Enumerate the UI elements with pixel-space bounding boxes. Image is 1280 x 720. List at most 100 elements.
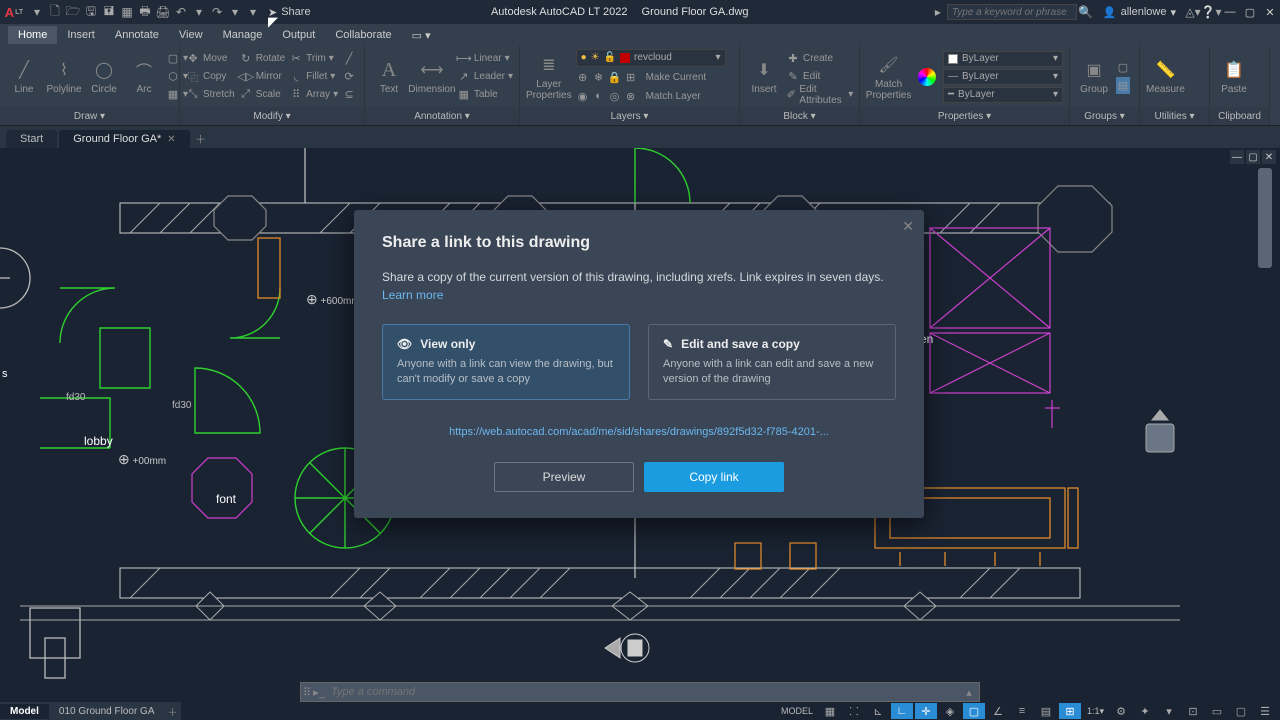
help-icon[interactable]: ❔▾ [1202,3,1220,21]
anno-text[interactable]: AText [371,58,407,95]
panel-layers-label[interactable]: Layers ▾ [520,107,739,125]
qa-open-icon[interactable]: 🗋 [46,3,64,21]
copy-link-button[interactable]: Copy link [644,462,784,492]
draw-circle[interactable]: ◯Circle [86,58,122,95]
option-edit-copy[interactable]: ✎Edit and save a copy Anyone with a link… [648,324,896,400]
modify-array[interactable]: ⠿Array▾ [289,86,338,103]
command-bar[interactable]: ⠿ ▸_ ▴ [300,682,980,702]
anno-leader[interactable]: ↗Leader▾ [457,68,513,85]
modify-copy[interactable]: ⿻Copy [186,68,235,85]
share-button[interactable]: ➤ Share [268,6,311,19]
qa-redo-icon[interactable]: ↷ [208,3,226,21]
status-gear[interactable]: ⚙ [1110,703,1132,719]
panel-properties-label[interactable]: Properties ▾ [860,107,1069,125]
status-snap[interactable]: ⸬ [843,703,865,719]
status-grid[interactable]: ▦ [819,703,841,719]
status-clean[interactable]: ▢ [1230,703,1252,719]
modify-e3[interactable]: ⊆ [342,86,356,103]
block-edit[interactable]: ✎Edit [786,68,853,85]
add-tab-button[interactable]: ＋ [192,130,210,148]
autodesk-app-icon[interactable]: ◬▾ [1184,3,1202,21]
status-custom[interactable]: ☰ [1254,703,1276,719]
status-anno[interactable]: ✦ [1134,703,1156,719]
command-input[interactable] [325,686,963,698]
vp-max-icon[interactable]: ▢ [1246,150,1260,164]
option-view-only[interactable]: 👁View only Anyone with a link can view t… [382,324,630,400]
layer-selector[interactable]: ● ☀ 🔓 revcloud ▾ [576,49,726,67]
qa-undo-drop-icon[interactable]: ▾ [190,3,208,21]
menu-insert[interactable]: Insert [57,26,105,44]
status-a1[interactable]: ▾ [1158,703,1180,719]
modify-trim[interactable]: ✂Trim▾ [289,50,338,67]
groups-group[interactable]: ▣Group [1076,58,1112,95]
panel-block-label[interactable]: Block ▾ [740,107,859,125]
modify-stretch[interactable]: ⤡Stretch [186,86,235,103]
status-monitor[interactable]: ▭ [1206,703,1228,719]
status-ws[interactable]: ⊡ [1182,703,1204,719]
add-layout-button[interactable]: ＋ [165,704,181,719]
menu-collaborate[interactable]: Collaborate [325,26,401,44]
groups-e1[interactable]: ▢ [1116,59,1130,76]
modify-move[interactable]: ✥Move [186,50,235,67]
prop-lineweight[interactable]: —ByLayer▾ [943,69,1063,85]
layout-sheet1[interactable]: 010 Ground Floor GA [49,704,165,719]
maximize-button[interactable]: ▢ [1240,2,1260,22]
block-edit-attr[interactable]: ✐Edit Attributes▾ [786,86,853,103]
search-icon[interactable]: 🔍 [1077,3,1095,21]
prop-color[interactable]: ByLayer▾ [943,51,1063,67]
block-insert[interactable]: ⬇Insert [746,58,782,95]
modify-e2[interactable]: ⟳ [342,68,356,85]
layer-make-current[interactable]: ⊕❄🔒⊞ Make Current [576,69,726,86]
user-menu[interactable]: 👤 allenlowe ▾ [1103,6,1176,19]
panel-modify-label[interactable]: Modify ▾ [180,107,364,125]
minimize-button[interactable]: — [1220,2,1240,22]
panel-draw-label[interactable]: Draw ▾ [0,107,179,125]
anno-table[interactable]: ▦Table [457,86,513,103]
vp-min-icon[interactable]: — [1230,150,1244,164]
layer-properties-button[interactable]: ≣Layer Properties [526,53,572,101]
tab-close-icon[interactable]: ✕ [167,134,175,145]
anno-dimension[interactable]: ⟷Dimension [411,58,453,95]
layer-match[interactable]: ◉◐◎⊗ Match Layer [576,88,726,105]
modify-mirror[interactable]: ◁▷Mirror [239,68,285,85]
block-create[interactable]: ✚Create [786,50,853,67]
utilities-measure[interactable]: 📏Measure [1146,58,1185,95]
status-polar[interactable]: ✛ [915,703,937,719]
title-flyout-icon[interactable]: ▸ [929,3,947,21]
status-osnap[interactable]: ▢ [963,703,985,719]
menu-view[interactable]: View [169,26,213,44]
match-properties[interactable]: 🖌Match Properties [866,53,911,101]
status-model[interactable]: MODEL [777,706,817,716]
qa-redo-drop-icon[interactable]: ▾ [226,3,244,21]
qa-save-icon[interactable]: 🖫 [82,3,100,21]
panel-clipboard-label[interactable]: Clipboard [1210,107,1269,125]
panel-utilities-label[interactable]: Utilities ▾ [1140,107,1209,125]
vp-close-icon[interactable]: ✕ [1262,150,1276,164]
modal-close-button[interactable]: ✕ [902,218,914,235]
menu-home[interactable]: Home [8,26,57,44]
modify-fillet[interactable]: ◟Fillet▾ [289,68,338,85]
draw-line[interactable]: ╱Line [6,58,42,95]
modal-learn-more-link[interactable]: Learn more [382,288,896,302]
tab-file[interactable]: Ground Floor GA* ✕ [59,130,189,148]
modify-rotate[interactable]: ↻Rotate [239,50,285,67]
qa-print-icon[interactable]: 🖨 [154,3,172,21]
status-ortho[interactable]: ∟ [891,703,913,719]
status-iso[interactable]: ◈ [939,703,961,719]
qa-folder-icon[interactable]: 🗁 [64,3,82,21]
preview-button[interactable]: Preview [494,462,634,492]
qa-plot2-icon[interactable]: 🖶 [136,3,154,21]
groups-e2[interactable]: ▤ [1116,77,1130,94]
qa-saveas-icon[interactable]: 🖬 [100,3,118,21]
anno-linear[interactable]: ⟼Linear▾ [457,50,513,67]
menu-manage[interactable]: Manage [213,26,273,44]
panel-annotation-label[interactable]: Annotation ▾ [365,107,519,125]
status-selection[interactable]: ⊞ [1059,703,1081,719]
qa-plot-icon[interactable]: ▦ [118,3,136,21]
menu-output[interactable]: Output [272,26,325,44]
modify-e1[interactable]: ╱ [342,50,356,67]
cmd-handle-icon[interactable]: ⠿ [301,686,313,699]
tab-start[interactable]: Start [6,130,57,148]
panel-groups-label[interactable]: Groups ▾ [1070,107,1139,125]
prop-linetype[interactable]: ━ByLayer▾ [943,87,1063,103]
